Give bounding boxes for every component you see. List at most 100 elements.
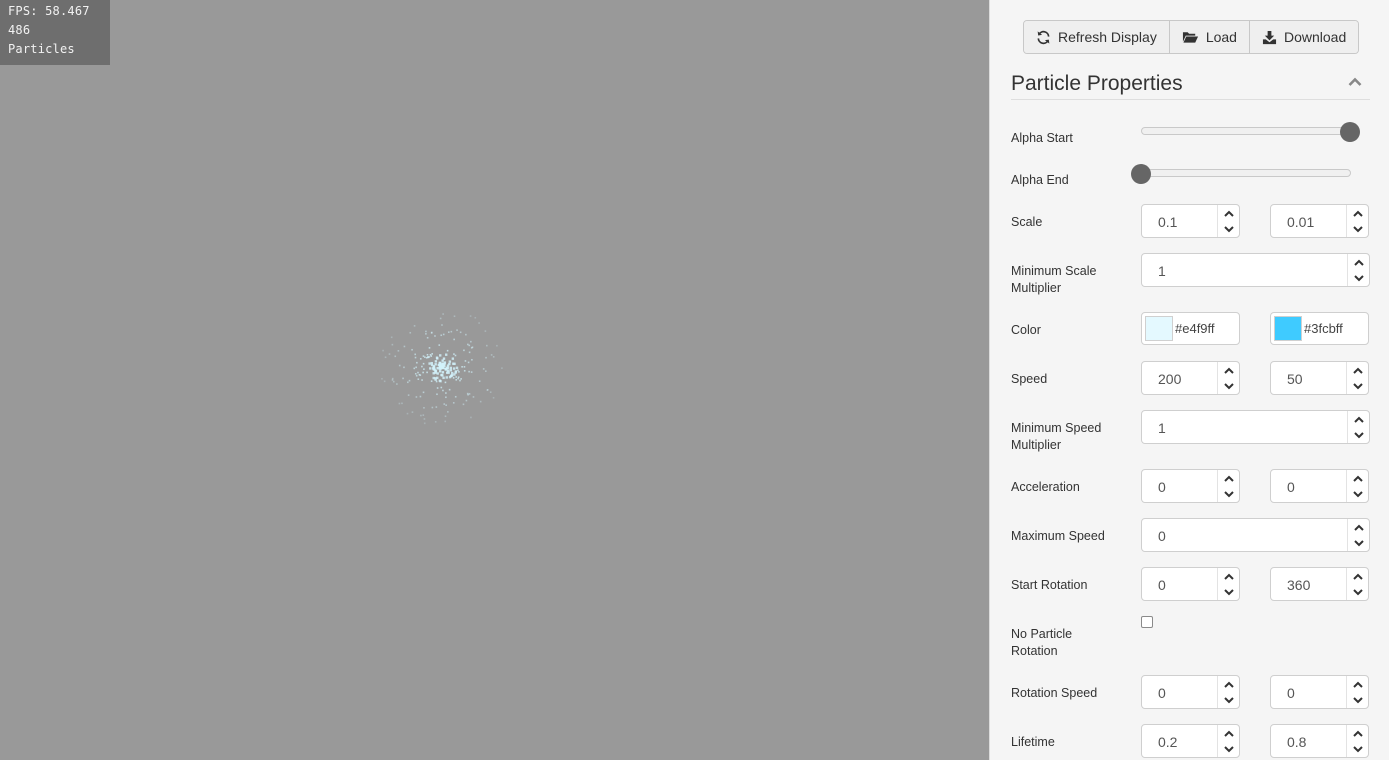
acceleration-x-value: 0 (1158, 479, 1166, 495)
particle-canvas[interactable]: FPS: 58.467 486 Particles (0, 0, 989, 760)
chevron-down-icon[interactable] (1347, 221, 1368, 237)
alpha-end-slider[interactable] (1141, 169, 1351, 177)
min-scale-label: Minimum Scale Multiplier (1011, 263, 1096, 297)
chevron-down-icon[interactable] (1218, 741, 1239, 757)
chevron-up-icon[interactable] (1218, 676, 1239, 692)
max-speed-input[interactable]: 0 (1141, 518, 1370, 552)
particle (411, 411, 414, 413)
chevron-down-icon[interactable] (1218, 692, 1239, 708)
min-speed-label-line2: Multiplier (1011, 438, 1062, 452)
chevron-down-icon[interactable] (1347, 486, 1368, 502)
lifetime-max-input[interactable]: 0.8 (1270, 724, 1369, 758)
chevron-up-icon[interactable] (1348, 411, 1369, 427)
chevron-down-icon[interactable] (1347, 741, 1368, 757)
color-end-picker[interactable]: #3fcbff (1270, 312, 1369, 345)
particle (430, 332, 433, 334)
refresh-display-button[interactable]: Refresh Display (1024, 21, 1169, 53)
speed-end-input[interactable]: 50 (1270, 361, 1369, 395)
particle (449, 374, 453, 378)
chevron-up-icon[interactable] (1347, 470, 1368, 486)
chevron-up-icon[interactable] (1218, 725, 1239, 741)
particle (423, 418, 426, 420)
particle (453, 373, 456, 376)
particle (391, 379, 394, 381)
alpha-end-slider-handle[interactable] (1131, 164, 1151, 184)
rotation-speed-min-input[interactable]: 0 (1141, 675, 1240, 709)
particle (457, 377, 459, 380)
color-end-swatch (1274, 316, 1302, 341)
no-rotation-label-line2: Rotation (1011, 644, 1058, 658)
chevron-down-icon[interactable] (1218, 221, 1239, 237)
particle (414, 372, 417, 375)
chevron-down-icon[interactable] (1347, 584, 1368, 600)
particle (458, 371, 460, 373)
chevron-down-icon[interactable] (1348, 270, 1369, 286)
particle (445, 353, 448, 356)
chevron-up-icon[interactable] (1218, 470, 1239, 486)
particle (478, 380, 481, 382)
particle (440, 386, 443, 389)
particle (438, 361, 442, 365)
min-speed-multiplier-value: 1 (1158, 420, 1166, 436)
alpha-start-slider-handle[interactable] (1340, 122, 1360, 142)
fps-readout: FPS: 58.467 (8, 4, 90, 18)
chevron-down-icon[interactable] (1347, 378, 1368, 394)
chevron-down-icon[interactable] (1218, 486, 1239, 502)
particle (449, 369, 453, 372)
min-scale-multiplier-input[interactable]: 1 (1141, 253, 1370, 287)
particle (443, 361, 447, 364)
alpha-start-slider[interactable] (1141, 127, 1351, 135)
particle (419, 395, 422, 398)
chevron-up-icon[interactable] (1347, 205, 1368, 221)
no-rotation-checkbox[interactable] (1141, 616, 1153, 628)
chevron-down-icon[interactable] (1218, 378, 1239, 394)
chevron-down-icon[interactable] (1347, 692, 1368, 708)
particle (431, 406, 434, 409)
speed-start-input[interactable]: 200 (1141, 361, 1240, 395)
start-rotation-min-input[interactable]: 0 (1141, 567, 1240, 601)
chevron-up-icon[interactable] (1347, 725, 1368, 741)
min-speed-label: Minimum Speed Multiplier (1011, 420, 1101, 454)
load-button[interactable]: Load (1168, 21, 1249, 53)
rotation-speed-max-input[interactable]: 0 (1270, 675, 1369, 709)
chevron-up-icon[interactable] (1347, 676, 1368, 692)
chevron-down-icon[interactable] (1218, 584, 1239, 600)
refresh-icon (1037, 30, 1050, 44)
chevron-up-icon[interactable] (1347, 362, 1368, 378)
particle (470, 371, 473, 373)
particle (496, 344, 498, 347)
chevron-up-icon[interactable] (1348, 254, 1369, 270)
particle-emitter-preview (381, 313, 503, 425)
particle (444, 420, 447, 423)
particle-count-label: Particles (8, 42, 75, 56)
download-button[interactable]: Download (1248, 21, 1359, 53)
particle (474, 316, 477, 319)
chevron-up-icon[interactable] (1347, 568, 1368, 584)
chevron-up-icon[interactable] (1218, 568, 1239, 584)
particle (465, 333, 467, 336)
particle (439, 354, 442, 357)
particle (486, 388, 489, 391)
chevron-down-icon[interactable] (1348, 535, 1369, 551)
properties-panel: Refresh Display Load Download Particle P… (989, 0, 1389, 760)
particle (447, 411, 449, 413)
particle (431, 353, 433, 355)
chevron-down-icon[interactable] (1348, 427, 1369, 443)
start-rotation-max-input[interactable]: 360 (1270, 567, 1369, 601)
chevron-up-icon[interactable] (1218, 362, 1239, 378)
particle (448, 388, 451, 391)
acceleration-x-input[interactable]: 0 (1141, 469, 1240, 503)
chevron-up-icon[interactable] (1348, 77, 1362, 87)
acceleration-y-input[interactable]: 0 (1270, 469, 1369, 503)
particle (436, 393, 438, 396)
scale-start-input[interactable]: 0.1 (1141, 204, 1240, 238)
particle (414, 353, 417, 356)
scale-end-input[interactable]: 0.01 (1270, 204, 1369, 238)
chevron-up-icon[interactable] (1218, 205, 1239, 221)
color-start-picker[interactable]: #e4f9ff (1141, 312, 1240, 345)
particle (422, 414, 425, 416)
chevron-up-icon[interactable] (1348, 519, 1369, 535)
particle (479, 400, 482, 403)
min-speed-multiplier-input[interactable]: 1 (1141, 410, 1370, 444)
lifetime-min-input[interactable]: 0.2 (1141, 724, 1240, 758)
